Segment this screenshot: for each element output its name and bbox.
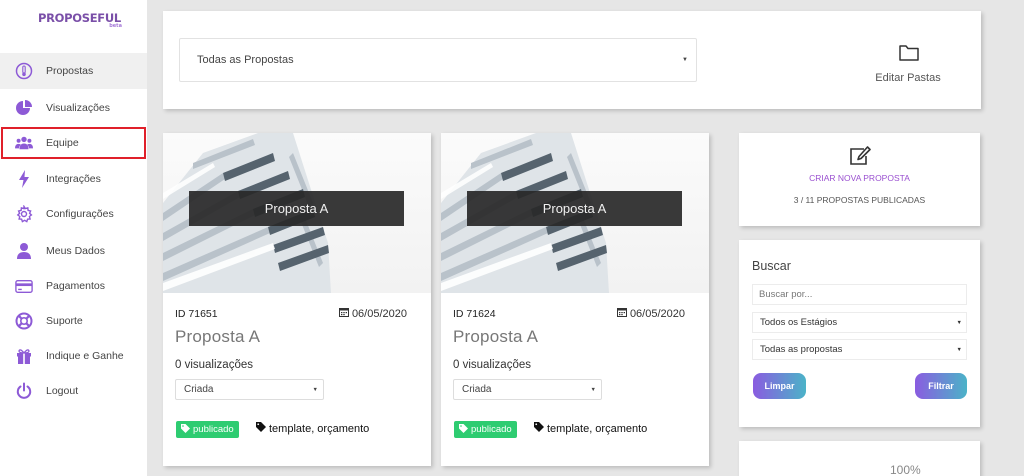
proposal-tags: template, orçamento [256,422,369,435]
proposal-views: 0 visualizações [453,359,531,371]
sidebar-item-configuracoes[interactable]: Configurações [0,196,147,232]
sidebar-item-integracoes[interactable]: Integrações [0,161,147,197]
proposal-title[interactable]: Proposta A [175,327,260,347]
proposal-date: 06/05/2020 [338,307,407,320]
thermometer-icon [15,62,33,80]
proposal-date-text: 06/05/2020 [629,307,685,320]
sidebar-item-label: Propostas [46,65,94,77]
brand-sub: beta [109,23,122,29]
sidebar-item-indique-e-ganhe[interactable]: Indique e Ganhe [0,338,147,374]
bolt-icon [15,170,33,188]
folder-icon [898,44,920,67]
sidebar-item-label: Visualizações [46,102,111,114]
brand-logo[interactable]: PROPOSEFUL beta [38,11,122,29]
sidebar-item-equipe[interactable]: Equipe [0,125,147,161]
sidebar-item-propostas[interactable]: Propostas [0,53,147,89]
sidebar-item-meus-dados[interactable]: Meus Dados [0,233,147,269]
edit-icon[interactable] [849,146,871,171]
status-badge-label: publicado [193,424,234,435]
sidebar-item-label: Configurações [46,208,114,220]
caret-down-icon: ▼ [590,387,596,393]
published-count: 3 / 11 PROPOSTAS PUBLICADAS [793,195,926,205]
proposal-stage-value: Criada [462,384,492,395]
proposals-filter-select[interactable]: Todas as propostas ▼ [752,339,967,360]
calendar-icon [616,307,627,320]
sidebar-item-label: Pagamentos [46,280,105,292]
sidebar-item-logout[interactable]: Logout [0,373,147,409]
proposal-card[interactable]: Proposta A ID 71624 06/05/2020 Proposta … [441,133,709,466]
tag-icon [459,423,468,436]
life-ring-icon [15,312,33,330]
status-badge: publicado [176,421,239,438]
proposal-cover-image[interactable]: Proposta A [163,133,431,293]
sidebar-item-pagamentos[interactable]: Pagamentos [0,268,147,304]
sidebar-item-visualizacoes[interactable]: Visualizações [0,90,147,126]
proposal-tags-text: template, orçamento [547,422,648,435]
search-panel: Buscar Todos os Estágios ▼ Todas as prop… [739,240,980,427]
proposal-id: ID 71624 [453,308,496,320]
proposal-cover-image[interactable]: Proposta A [441,133,709,293]
proposal-tags: template, orçamento [534,422,647,435]
proposal-date: 06/05/2020 [616,307,685,320]
sidebar-item-label: Indique e Ganhe [46,350,124,362]
credit-card-icon [15,277,33,295]
gift-icon [15,347,33,365]
sidebar-item-label: Logout [46,385,79,397]
proposal-stage-value: Criada [184,384,214,395]
proposal-tags-text: template, orçamento [269,422,370,435]
stage-filter-select[interactable]: Todos os Estágios ▼ [752,312,967,333]
users-icon [15,134,33,152]
pie-chart-icon [15,99,33,117]
status-badge: publicado [454,421,517,438]
proposal-folder-select-value: Todas as Propostas [197,54,294,66]
gear-icon [15,205,33,223]
sidebar-item-suporte[interactable]: Suporte [0,303,147,339]
proposals-filter-value: Todas as propostas [760,344,843,355]
stage-filter-value: Todos os Estágios [760,317,838,328]
clear-button[interactable]: Limpar [753,373,806,399]
proposal-views: 0 visualizações [175,359,253,371]
proposal-id: ID 71651 [175,308,218,320]
proposal-title[interactable]: Proposta A [453,327,538,347]
filter-button[interactable]: Filtrar [915,373,967,399]
proposal-banner: Proposta A [467,191,682,226]
caret-down-icon: ▼ [956,347,962,353]
edit-folders-label: Editar Pastas [875,72,941,84]
power-icon [15,382,33,400]
tag-icon [256,422,266,435]
top-filter-card: Todas as Propostas ▼ Editar Pastas [163,11,981,109]
search-title: Buscar [752,259,791,273]
create-proposal-panel: CRIAR NOVA PROPOSTA 3 / 11 PROPOSTAS PUB… [739,133,980,226]
proposal-folder-select[interactable]: Todas as Propostas ▼ [179,38,697,82]
status-badge-label: publicado [471,424,512,435]
tag-icon [181,423,190,436]
sidebar-item-label: Integrações [46,173,101,185]
sidebar-item-label: Equipe [46,137,79,149]
sidebar: PROPOSEFUL beta Propostas Visualizações … [0,0,147,476]
proposal-stage-select[interactable]: Criada ▼ [175,379,324,400]
edit-folders-button[interactable]: Editar Pastas [863,44,953,89]
caret-down-icon: ▼ [312,387,318,393]
proposal-date-text: 06/05/2020 [351,307,407,320]
caret-down-icon: ▼ [682,57,688,63]
proposal-banner: Proposta A [189,191,404,226]
proposal-stage-select[interactable]: Criada ▼ [453,379,602,400]
usage-panel: 100% [739,441,980,476]
create-proposal-link[interactable]: CRIAR NOVA PROPOSTA [739,173,980,183]
calendar-icon [338,307,349,320]
proposal-card[interactable]: Proposta A ID 71651 06/05/2020 Proposta … [163,133,431,466]
sidebar-item-label: Meus Dados [46,245,105,257]
sidebar-item-label: Suporte [46,315,83,327]
user-icon [15,242,33,260]
caret-down-icon: ▼ [956,320,962,326]
search-input[interactable] [752,284,967,305]
tag-icon [534,422,544,435]
usage-percent: 100% [890,463,921,476]
